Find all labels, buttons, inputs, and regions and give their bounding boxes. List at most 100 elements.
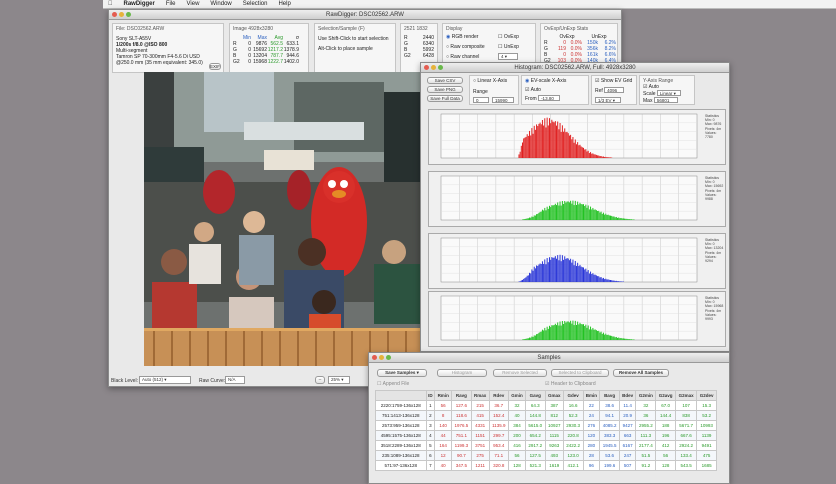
menu-help[interactable]: Help	[278, 1, 290, 7]
channel-select[interactable]: 4 ▾	[498, 53, 518, 60]
menu-view[interactable]: View	[187, 1, 200, 7]
remove-all-samples-button[interactable]: Remove All Samples	[613, 369, 669, 377]
menubar:  RawDigger File View Window Selection H…	[103, 0, 836, 9]
table-row[interactable]: 4595:1575-136x128 4 44 751.1 1151 299.7 200 654…	[375, 430, 717, 441]
radio-raw-channel[interactable]: ○ Raw channel	[446, 54, 479, 60]
apple-menu-icon[interactable]: 	[108, 1, 113, 7]
remove-selected-button[interactable]: Remove Selected	[493, 369, 547, 377]
table-row[interactable]: 571:97-136x128 7 40 347.5 1211 320.8 128 521.3 1…	[375, 460, 717, 471]
table-row[interactable]: 751:1413-136x128 2 8 118.6 415 152.4 40 144.8 81…	[375, 410, 717, 421]
header-to-clipboard-checkbox[interactable]: ☑ Header to Clipboard	[545, 381, 596, 387]
stats-g2-sigma: 1402.0	[283, 59, 299, 65]
col-gmin[interactable]: Gmin	[507, 390, 526, 401]
col-g2max[interactable]: G2max	[674, 390, 698, 401]
table-cell: 4	[425, 430, 436, 441]
histogram-zoom-button[interactable]	[438, 65, 443, 70]
menu-selection[interactable]: Selection	[243, 1, 268, 7]
table-row[interactable]: 2573:959-136x128 3 140 1976.5 4331 1135.9 384 5…	[375, 420, 717, 431]
table-cell: 164	[434, 440, 453, 451]
histogram-chart-g2[interactable]: Statistics Min: 0 Max: 15968 Pixels: 4m Valu…	[428, 291, 726, 347]
col-gavg[interactable]: Gavg	[524, 390, 546, 401]
col-g2min[interactable]: G2min	[635, 390, 657, 401]
histogram-minimize-button[interactable]	[431, 65, 436, 70]
exif-button[interactable]: EXIF	[209, 63, 221, 70]
radio-rgb-render[interactable]: ◉ RGB render	[446, 34, 478, 40]
ev-auto-checkbox[interactable]: ☑ Auto	[525, 87, 585, 93]
scale-select[interactable]: Linear ▾	[656, 90, 681, 96]
checkbox-unexp[interactable]: ☐ UnExp	[498, 44, 519, 50]
save-csv-button[interactable]: Save CSV	[427, 77, 463, 84]
table-cell: 24	[582, 410, 601, 421]
menu-file[interactable]: File	[166, 1, 176, 7]
col-g2avg[interactable]: G2avg	[655, 390, 676, 401]
col-rmin[interactable]: Rmin	[434, 390, 453, 401]
append-file-checkbox[interactable]: ☐ Append File	[377, 381, 409, 387]
table-cell: 188	[655, 420, 676, 431]
ev-from-field[interactable]: -13.80	[538, 95, 561, 101]
linear-x-radio[interactable]: ○ Linear X-Axis	[473, 78, 515, 84]
ev-scale-panel: ◉ EV-scale X-Axis ☑ Auto From -13.80	[521, 75, 589, 105]
table-row[interactable]: 2220:1759-136x128 1 56 127.6 215 36.7 32 64.3 38…	[375, 400, 717, 411]
black-level-select[interactable]: Auto (512) ▾	[139, 376, 191, 384]
range-to-field[interactable]: 15990	[492, 97, 514, 103]
samples-header-row: ID Rmin Ravg Rmax Rdev Gmin Gavg Gmax Gdev Bmin Ba…	[375, 390, 717, 401]
ev-scale-radio[interactable]: ◉ EV-scale X-Axis	[525, 78, 585, 84]
col-gmax[interactable]: Gmax	[544, 390, 564, 401]
radio-raw-composite[interactable]: ○ Raw composite	[446, 44, 485, 50]
col-g2dev[interactable]: G2dev	[696, 390, 717, 401]
table-row[interactable]: 235:1089-136x128 6 12 90.7 275 71.1 56 127.5 493…	[375, 450, 717, 461]
samples-zoom-button[interactable]	[386, 355, 391, 360]
stats-g2-avg: 1222.7	[267, 59, 283, 65]
scale-value: Linear	[659, 91, 673, 96]
table-cell: 56	[507, 450, 526, 461]
save-full-data-button[interactable]: Save Full Data	[427, 95, 463, 102]
histogram-chart-g[interactable]: Statistics Min: 0 Max: 15692 Pixels: 4m Valu…	[428, 171, 726, 227]
menu-window[interactable]: Window	[210, 1, 231, 7]
minimize-window-button[interactable]	[119, 12, 124, 17]
checkbox-ovexp[interactable]: ☐ OvExp	[498, 34, 519, 40]
table-cell: 384	[507, 420, 526, 431]
histogram-chart-b[interactable]: Statistics Min: 0 Max: 13204 Pixels: 4m Valu…	[428, 233, 726, 289]
table-cell: 1135.9	[488, 420, 509, 431]
samples-minimize-button[interactable]	[379, 355, 384, 360]
radio-rgb-render-label: RGB render	[451, 34, 479, 40]
samples-close-button[interactable]	[372, 355, 377, 360]
selected-to-clipboard-button[interactable]: Selected to Clipboard	[551, 369, 609, 377]
col-rmax[interactable]: Rmax	[470, 390, 490, 401]
zoom-window-button[interactable]	[126, 12, 131, 17]
table-cell: 127.5	[524, 450, 546, 461]
col-ravg[interactable]: Ravg	[451, 390, 472, 401]
table-cell: 28	[582, 450, 601, 461]
col-id[interactable]: ID	[425, 390, 436, 401]
histogram-titlebar: Histogram: DSC02562.ARW, Full: 4928x3280	[421, 63, 729, 73]
table-row[interactable]: 3518:2289-136x128 5 164 1199.3 3751 953.4 416 2…	[375, 440, 717, 451]
show-grid-checkbox[interactable]: ☑ Show EV Grid	[595, 78, 633, 84]
histogram-chart-r[interactable]: Statistics Min: 0 Max: 9876 Pixels: 4m Value…	[428, 109, 726, 165]
col-area[interactable]	[375, 390, 427, 401]
menu-app[interactable]: RawDigger	[124, 1, 155, 7]
histogram-close-button[interactable]	[424, 65, 429, 70]
range-from-field[interactable]: 0	[473, 97, 489, 103]
col-rdev[interactable]: Rdev	[488, 390, 509, 401]
table-cell: 53.2	[696, 410, 717, 421]
samples-histogram-button[interactable]: Histogram	[437, 369, 487, 377]
raw-curve-select[interactable]: N/A	[225, 376, 245, 384]
table-cell: 3	[425, 420, 436, 431]
zoom-select[interactable]: 25% ▾	[328, 376, 350, 384]
table-cell: 1211	[470, 460, 490, 471]
table-cell: 123.0	[562, 450, 584, 461]
col-bdev[interactable]: Bdev	[618, 390, 637, 401]
raw-image-preview[interactable]	[144, 72, 421, 366]
col-bmin[interactable]: Bmin	[582, 390, 601, 401]
ref-field[interactable]: 4096	[604, 87, 625, 93]
zoom-out-button[interactable]: –	[315, 376, 325, 384]
col-bavg[interactable]: Bavg	[599, 390, 620, 401]
col-gdev[interactable]: Gdev	[562, 390, 584, 401]
ev-step-select[interactable]: 1/3 EV ▾	[595, 97, 621, 103]
max-field[interactable]: 56801	[653, 97, 678, 103]
save-png-button[interactable]: Save PNG	[427, 86, 463, 93]
samples-table-body: 2220:1759-136x128 1 56 127.6 215 36.7 32 64.3 38…	[375, 400, 717, 471]
save-samples-button[interactable]: Save Samples ▾	[377, 369, 427, 377]
close-window-button[interactable]	[112, 12, 117, 17]
ev-from-row: From -13.80	[525, 95, 585, 102]
